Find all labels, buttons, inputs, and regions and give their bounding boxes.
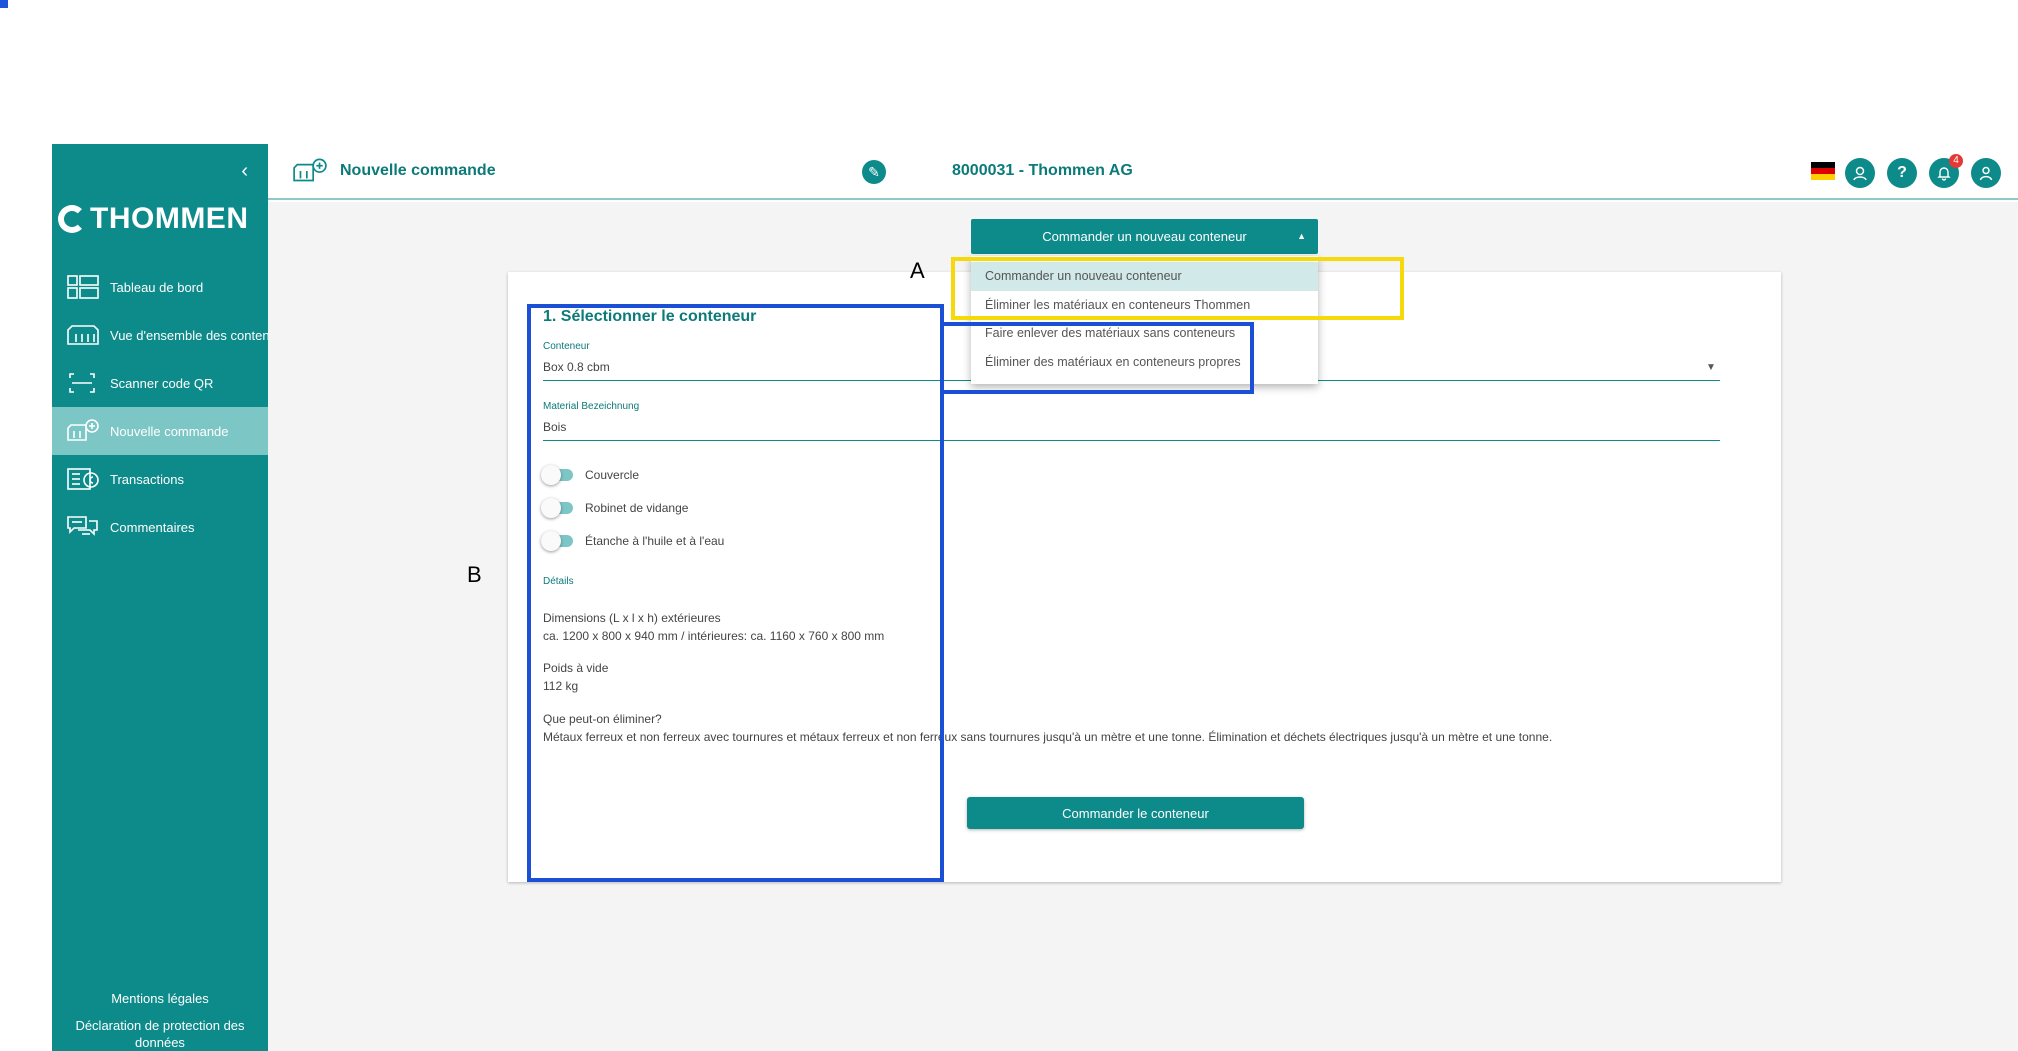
containers-icon	[67, 325, 99, 345]
logo-text: THOMMEN	[90, 202, 249, 235]
sidebar-item-label: Transactions	[110, 471, 184, 487]
privacy-policy-link[interactable]: Déclaration de protection des données	[52, 1017, 268, 1051]
sidebar: ‹ THOMMEN Tableau de bord Vue d'ensemble…	[52, 144, 268, 1051]
dashboard-icon	[67, 275, 99, 299]
edit-customer-icon[interactable]: ✎	[862, 160, 886, 184]
container-dropdown-caret-icon[interactable]: ▼	[1706, 362, 1716, 373]
order-type-dropdown-label: Commander un nouveau conteneur	[1042, 229, 1247, 244]
sidebar-item-label: Commentaires	[110, 519, 195, 535]
legal-notice-link[interactable]: Mentions légales	[52, 991, 268, 1006]
sidebar-item-label: Tableau de bord	[110, 279, 204, 295]
sidebar-item-label: Scanner code QR	[110, 375, 214, 391]
notification-count-badge: 4	[1949, 154, 1963, 168]
sidebar-nav: Tableau de bord Vue d'ensemble des conte…	[52, 263, 268, 551]
german-flag-icon[interactable]	[1811, 162, 1835, 180]
caret-up-icon: ▲	[1297, 231, 1306, 241]
page-title: Nouvelle commande	[340, 162, 496, 179]
sidebar-item-label: Nouvelle commande	[110, 423, 229, 439]
annotation-label-b: B	[467, 562, 482, 587]
sidebar-item-comments[interactable]: Commentaires	[52, 503, 268, 551]
annotation-box-blue-form	[527, 304, 944, 882]
collapse-sidebar-icon[interactable]: ‹	[241, 160, 248, 183]
thommen-logo: THOMMEN	[58, 202, 248, 236]
sidebar-item-label: Vue d'ensemble des conteneurs	[110, 327, 268, 343]
customer-name: 8000031 - Thommen AG	[952, 162, 1133, 179]
sidebar-item-dashboard[interactable]: Tableau de bord	[52, 263, 268, 311]
order-type-dropdown-button[interactable]: Commander un nouveau conteneur ▲	[971, 219, 1318, 254]
user-account-icon[interactable]	[1971, 158, 2001, 188]
annotation-label-a: A	[910, 258, 925, 283]
contact-person-icon[interactable]	[1845, 158, 1875, 188]
annotation-box-blue-menu	[942, 322, 1254, 394]
transactions-icon	[67, 468, 99, 490]
sidebar-item-containers[interactable]: Vue d'ensemble des conteneurs	[52, 311, 268, 359]
sidebar-item-qr-scan[interactable]: Scanner code QR	[52, 359, 268, 407]
top-header: Nouvelle commande ✎ 8000031 - Thommen AG…	[268, 144, 2018, 200]
help-icon[interactable]: ?	[1887, 158, 1917, 188]
new-order-icon	[67, 419, 99, 441]
annotation-box-yellow	[951, 257, 1404, 320]
order-container-button[interactable]: Commander le conteneur	[967, 797, 1304, 829]
notifications-bell-icon[interactable]: 4	[1929, 154, 1963, 188]
sidebar-item-transactions[interactable]: Transactions	[52, 455, 268, 503]
corner-marker	[0, 0, 8, 8]
logo-mark-icon	[58, 205, 86, 233]
qr-scan-icon	[69, 373, 95, 393]
new-order-header-icon	[293, 158, 327, 182]
sidebar-item-new-order[interactable]: Nouvelle commande	[52, 407, 268, 455]
comments-icon	[67, 516, 98, 536]
